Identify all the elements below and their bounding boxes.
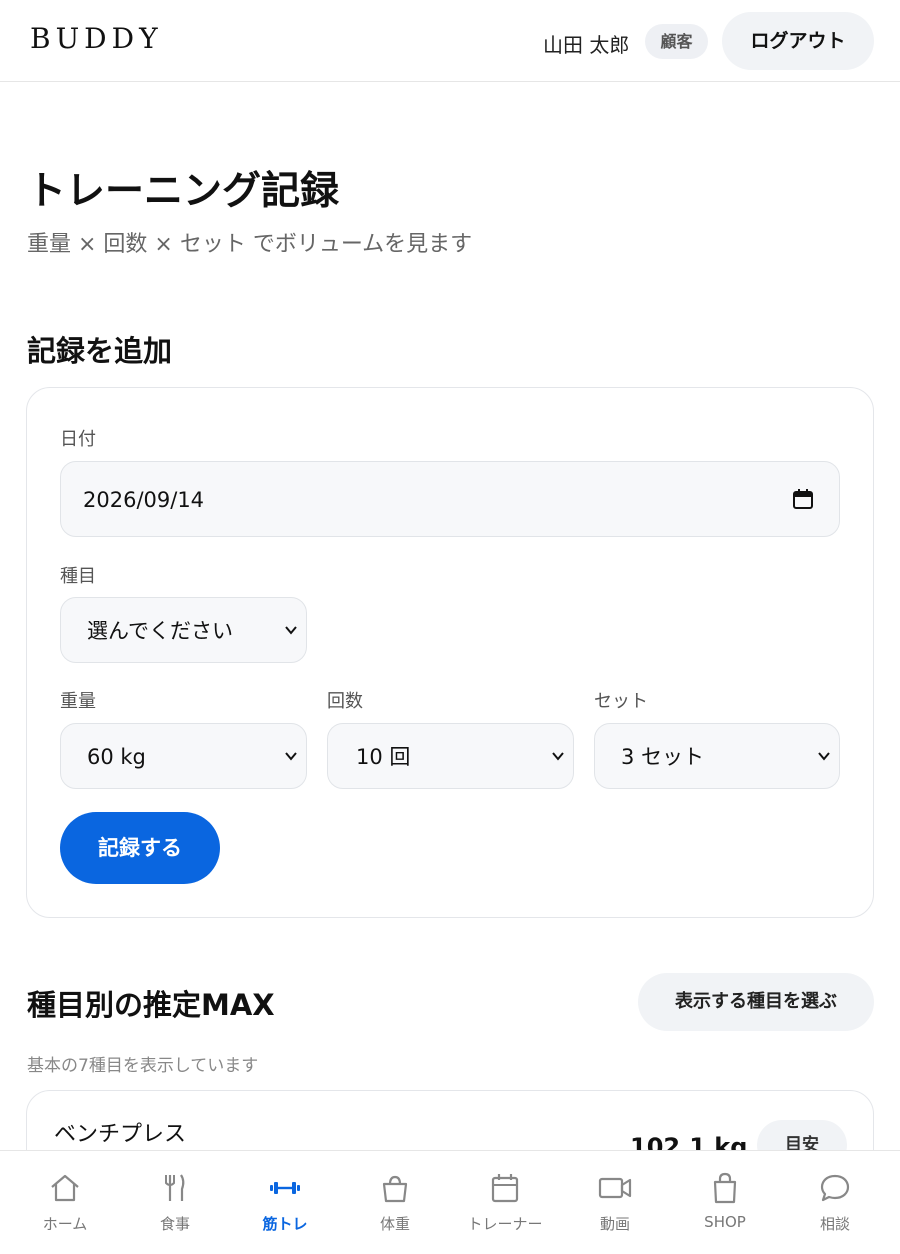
exercise-label: 種目 — [60, 566, 96, 587]
nav-item-training[interactable]: 筋トレ — [230, 1151, 340, 1254]
nav-label: 相談 — [819, 1215, 850, 1233]
weight-value: 60 kg — [87, 745, 146, 769]
date-value: 2026/09/14 — [83, 488, 205, 512]
page-subtitle: 重量 × 回数 × セット でボリュームを見ます — [27, 232, 473, 257]
logout-button[interactable]: ログアウト — [722, 12, 874, 70]
chevron-down-icon — [818, 752, 830, 761]
user-name: 山田 太郎 — [543, 33, 630, 57]
submit-record-button[interactable]: 記録する — [60, 812, 220, 884]
nav-label: ホーム — [42, 1215, 88, 1233]
date-label: 日付 — [60, 429, 96, 450]
nav-item-weight[interactable]: 体重 — [340, 1151, 450, 1254]
scale-icon — [382, 1175, 408, 1203]
nav-item-consult[interactable]: 相談 — [780, 1151, 890, 1254]
video-icon — [598, 1177, 632, 1199]
nav-item-video[interactable]: 動画 — [560, 1151, 670, 1254]
nav-item-shop[interactable]: SHOP — [670, 1151, 780, 1254]
max-section-note: 基本の7種目を表示しています — [27, 1056, 259, 1076]
dumbbell-icon — [270, 1182, 300, 1194]
nav-label: 筋トレ — [262, 1215, 308, 1233]
app-header: BUDDY 山田 太郎 顧客 ログアウト — [0, 0, 900, 82]
max-section-title: 種目別の推定MAX — [27, 988, 275, 1022]
sets-select[interactable]: 3 セット — [594, 723, 840, 789]
date-input[interactable]: 2026/09/14 — [60, 461, 840, 537]
nav-item-home[interactable]: ホーム — [10, 1151, 120, 1254]
calendar-icon[interactable] — [791, 487, 815, 511]
chevron-down-icon — [552, 752, 564, 761]
sets-value: 3 セット — [621, 745, 705, 769]
chat-bubble-icon — [820, 1174, 850, 1202]
training-record-page: BUDDY 山田 太郎 顧客 ログアウト トレーニング記録 重量 × 回数 × … — [0, 0, 900, 1254]
choose-exercises-button[interactable]: 表示する種目を選ぶ — [638, 973, 874, 1031]
nav-label: 動画 — [599, 1215, 630, 1233]
nav-label: トレーナー — [467, 1215, 543, 1233]
reps-select[interactable]: 10 回 — [327, 723, 574, 789]
sets-label: セット — [594, 691, 648, 712]
add-record-title: 記録を追加 — [27, 334, 173, 368]
nav-label: 体重 — [379, 1215, 410, 1233]
weight-select[interactable]: 60 kg — [60, 723, 307, 789]
nav-item-trainer[interactable]: トレーナー — [450, 1151, 560, 1254]
page-title: トレーニング記録 — [27, 169, 340, 214]
role-badge: 顧客 — [645, 24, 708, 59]
calendar-icon — [491, 1174, 519, 1203]
exercise-value: 選んでください — [87, 619, 233, 643]
nav-item-meal[interactable]: 食事 — [120, 1151, 230, 1254]
chevron-down-icon — [285, 752, 297, 761]
nav-label: SHOP — [704, 1213, 746, 1231]
reps-label: 回数 — [327, 691, 363, 712]
weight-label: 重量 — [60, 691, 96, 712]
home-icon — [51, 1174, 79, 1202]
exercise-name: ベンチプレス — [54, 1122, 187, 1147]
reps-value: 10 回 — [356, 745, 411, 769]
chevron-down-icon — [285, 626, 297, 635]
fork-knife-icon — [165, 1174, 185, 1201]
brand-logo[interactable]: BUDDY — [30, 22, 163, 55]
exercise-select[interactable]: 選んでください — [60, 597, 307, 663]
shopping-bag-icon — [713, 1172, 737, 1204]
bottom-nav: ホーム 食事 筋トレ 体重 トレーナー 動画 SHOP 相談 — [0, 1150, 900, 1254]
nav-label: 食事 — [159, 1215, 190, 1233]
